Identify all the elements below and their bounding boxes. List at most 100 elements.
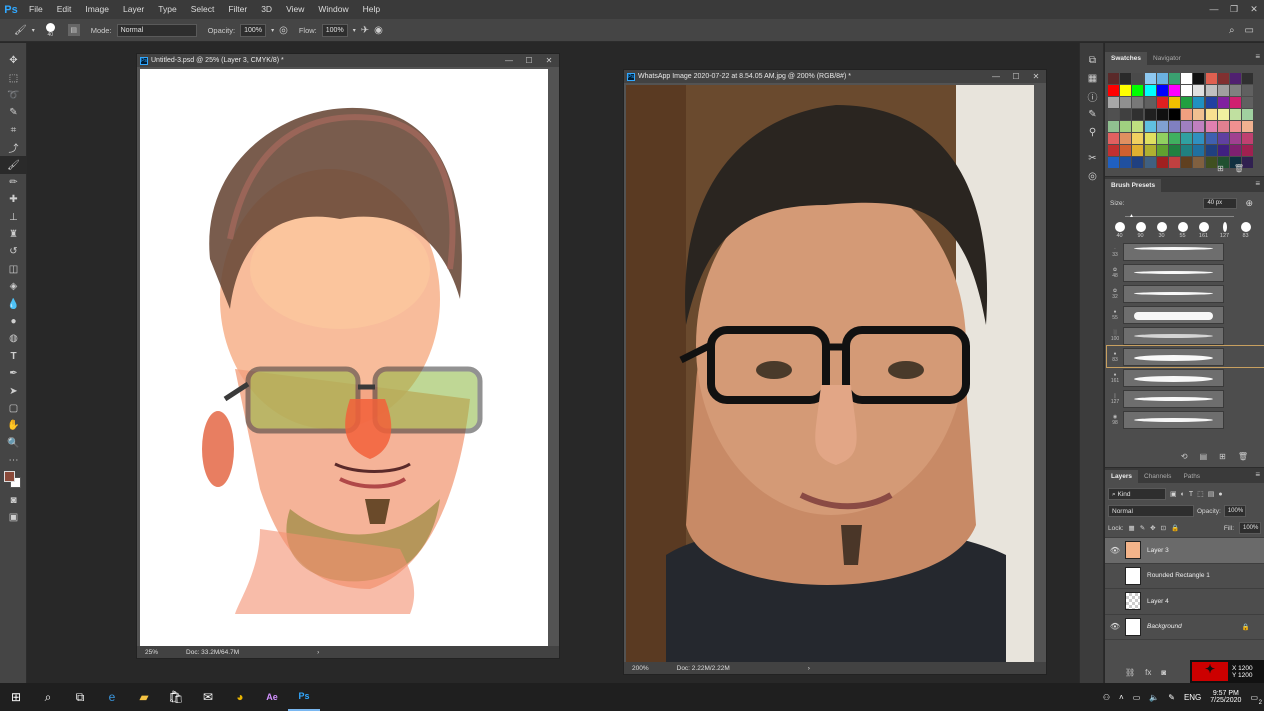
quick-mask-icon[interactable]: ◙ bbox=[0, 491, 27, 508]
layer-row[interactable]: Rounded Rectangle 1 bbox=[1105, 564, 1264, 589]
chevron-down-icon[interactable]: ▾ bbox=[353, 27, 356, 34]
mode-select[interactable]: Normal bbox=[116, 23, 197, 37]
color-swatch[interactable] bbox=[1120, 145, 1132, 156]
crop-tool-icon[interactable]: ⌗ bbox=[0, 122, 27, 139]
color-swatch[interactable] bbox=[1168, 73, 1180, 84]
menu-edit[interactable]: Edit bbox=[50, 0, 79, 19]
color-swatch[interactable] bbox=[1108, 157, 1119, 168]
layer-row[interactable]: 👁 Background 🔒 bbox=[1105, 615, 1264, 640]
lock-transparent-icon[interactable]: ▦ bbox=[1129, 524, 1135, 532]
panel-menu-icon[interactable]: ≡ bbox=[1255, 52, 1260, 61]
screen-mode-icon[interactable]: ▣ bbox=[0, 509, 27, 526]
color-swatch[interactable] bbox=[1242, 109, 1254, 120]
network-icon[interactable]: ▭ bbox=[1133, 693, 1141, 702]
brush-preset-row[interactable]: ✿ 48 bbox=[1107, 262, 1264, 283]
tab-brush-presets[interactable]: Brush Presets bbox=[1105, 179, 1162, 192]
foreground-color[interactable] bbox=[4, 471, 15, 483]
color-swatch[interactable] bbox=[1120, 121, 1132, 132]
color-swatch[interactable] bbox=[1181, 85, 1193, 96]
dodge-tool-icon[interactable]: ● bbox=[0, 313, 27, 330]
tab-layers[interactable]: Layers bbox=[1105, 470, 1138, 483]
brush-tool-icon[interactable]: 🖌 bbox=[14, 25, 27, 36]
brush-preset-row[interactable]: ❘ 127 bbox=[1107, 388, 1264, 409]
canvas-photo[interactable] bbox=[626, 85, 1034, 663]
new-preset-icon[interactable]: ⊞ bbox=[1219, 452, 1226, 461]
link-layers-icon[interactable]: ⛓ bbox=[1125, 668, 1135, 677]
close-icon[interactable]: ✕ bbox=[539, 56, 559, 65]
toggle-brush-panel-icon[interactable]: ⟲ bbox=[1181, 452, 1188, 461]
brush-tip[interactable]: 127 bbox=[1214, 222, 1235, 239]
layer-row[interactable]: Layer 4 bbox=[1105, 589, 1264, 615]
color-swatch[interactable] bbox=[1168, 133, 1180, 144]
panel-menu-icon[interactable]: ≡ bbox=[1255, 470, 1260, 479]
flow-field[interactable]: 100% bbox=[321, 23, 348, 37]
eraser-tool-icon[interactable]: ◫ bbox=[0, 261, 27, 278]
healing-tool-icon[interactable]: ✚ bbox=[0, 191, 27, 208]
menu-3d[interactable]: 3D bbox=[254, 0, 279, 19]
color-swatch[interactable] bbox=[1132, 97, 1144, 108]
brush-tip[interactable]: 40 bbox=[1109, 222, 1130, 239]
layer-name[interactable]: Background bbox=[1147, 623, 1182, 630]
color-swatch[interactable] bbox=[1132, 73, 1144, 84]
file-explorer-icon[interactable]: ▰ bbox=[128, 683, 160, 711]
workspace-icon[interactable]: ▭ bbox=[1245, 25, 1254, 36]
size-slider[interactable]: ▲ bbox=[1125, 211, 1234, 219]
info-panel-icon[interactable]: ⓘ bbox=[1080, 87, 1105, 105]
adjustment-filter-icon[interactable]: ◐ bbox=[1181, 491, 1185, 498]
brush-tip[interactable]: 90 bbox=[1130, 222, 1151, 239]
search-icon[interactable]: ⌕ bbox=[1229, 25, 1235, 36]
color-swatch[interactable] bbox=[1108, 133, 1119, 144]
tab-swatches[interactable]: Swatches bbox=[1105, 52, 1147, 65]
notification-center-icon[interactable]: ▭ 2 bbox=[1250, 693, 1262, 706]
clone-stamp-tool-icon[interactable]: ⊥ bbox=[0, 209, 27, 226]
tab-navigator[interactable]: Navigator bbox=[1147, 52, 1187, 65]
brush-preset-row[interactable]: ◉ 98 bbox=[1107, 409, 1264, 430]
photoshop-taskbar-icon[interactable]: Ps bbox=[288, 683, 320, 711]
history-panel-icon[interactable]: ⧉ bbox=[1080, 51, 1105, 69]
tab-paths[interactable]: Paths bbox=[1177, 470, 1206, 483]
color-swatch[interactable] bbox=[1181, 97, 1193, 108]
maximize-icon[interactable]: ☐ bbox=[1006, 72, 1026, 81]
color-swatch[interactable] bbox=[1205, 145, 1217, 156]
color-swatch[interactable] bbox=[1181, 145, 1193, 156]
clone-source-icon[interactable]: ⚲ bbox=[1080, 123, 1105, 141]
chevron-right-icon[interactable]: › bbox=[317, 649, 319, 656]
color-swatch[interactable] bbox=[1193, 121, 1205, 132]
brush-tool-icon[interactable]: 🖌 bbox=[0, 156, 27, 174]
lock-position-icon[interactable]: ✥ bbox=[1150, 524, 1155, 532]
sponge-tool-icon[interactable]: ◍ bbox=[0, 330, 27, 347]
blend-mode-select[interactable]: Normal bbox=[1108, 505, 1194, 517]
pressure-opacity-icon[interactable]: ◎ bbox=[279, 25, 288, 36]
zoom-level[interactable]: 200% bbox=[632, 665, 649, 672]
color-swatch[interactable] bbox=[1229, 109, 1241, 120]
tab-channels[interactable]: Channels bbox=[1138, 470, 1177, 483]
color-swatch[interactable] bbox=[1144, 73, 1156, 84]
menu-layer[interactable]: Layer bbox=[116, 0, 151, 19]
edge-icon[interactable]: e bbox=[96, 683, 128, 711]
close-icon[interactable]: ✕ bbox=[1026, 72, 1046, 81]
brush-tip[interactable]: 161 bbox=[1193, 222, 1214, 239]
panel-menu-icon[interactable]: ≡ bbox=[1255, 179, 1260, 188]
move-tool-icon[interactable]: ✥ bbox=[0, 52, 27, 69]
size-field[interactable]: 40 px bbox=[1203, 198, 1238, 209]
trash-icon[interactable]: 🗑 bbox=[1238, 452, 1248, 461]
chevron-right-icon[interactable]: › bbox=[808, 665, 810, 672]
color-swatch[interactable] bbox=[1108, 145, 1119, 156]
opacity-field[interactable]: 100% bbox=[240, 23, 267, 37]
color-swatch[interactable] bbox=[1120, 157, 1132, 168]
brush-tip[interactable]: 83 bbox=[1235, 222, 1256, 239]
layer-kind-filter[interactable]: ⌕ Kind bbox=[1108, 488, 1166, 500]
color-swatch[interactable] bbox=[1156, 85, 1168, 96]
color-swatch[interactable] bbox=[1229, 85, 1241, 96]
color-swatch[interactable] bbox=[1242, 85, 1254, 96]
brush-preset-row[interactable]: · 33 bbox=[1107, 241, 1264, 262]
menu-type[interactable]: Type bbox=[151, 0, 183, 19]
color-swatch[interactable] bbox=[1242, 145, 1254, 156]
tray-chevron-icon[interactable]: ˄ bbox=[1119, 693, 1124, 702]
search-icon[interactable]: ⌕ bbox=[32, 683, 64, 711]
language-indicator[interactable]: ENG bbox=[1184, 693, 1201, 702]
color-swatch[interactable] bbox=[1217, 121, 1229, 132]
color-swatch[interactable] bbox=[1205, 109, 1217, 120]
color-swatch[interactable] bbox=[1144, 145, 1156, 156]
color-swatch[interactable] bbox=[1193, 73, 1205, 84]
